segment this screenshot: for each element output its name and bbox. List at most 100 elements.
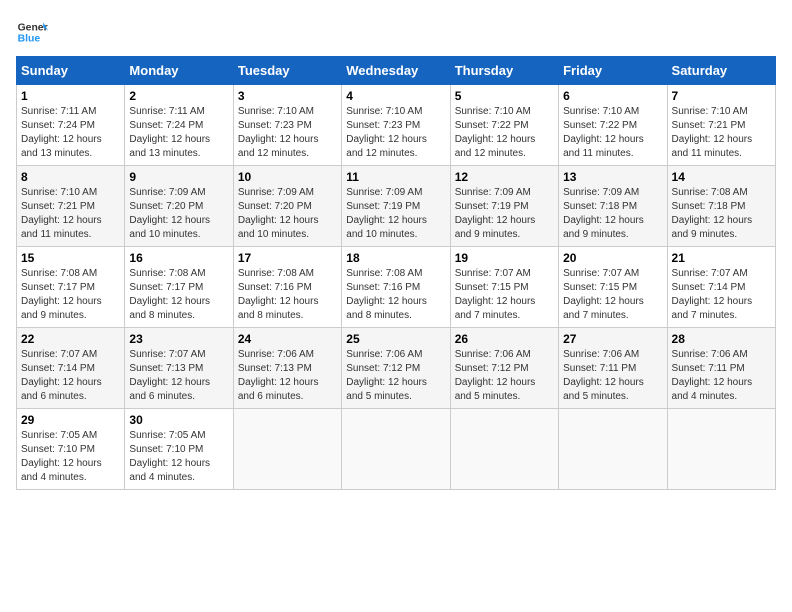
calendar-week-2: 8 Sunrise: 7:10 AM Sunset: 7:21 PM Dayli… xyxy=(17,166,776,247)
day-info: Sunrise: 7:06 AM Sunset: 7:11 PM Dayligh… xyxy=(672,348,771,404)
day-number: 29 xyxy=(21,413,120,427)
calendar-cell: 28 Sunrise: 7:06 AM Sunset: 7:11 PM Dayl… xyxy=(667,328,775,409)
day-number: 12 xyxy=(455,170,554,184)
sunset-label: Sunset: 7:16 PM xyxy=(346,282,420,293)
daylight-label: Daylight: 12 hours and 12 minutes. xyxy=(238,134,319,159)
logo: General Blue xyxy=(16,16,48,48)
day-number: 2 xyxy=(129,89,228,103)
sunset-label: Sunset: 7:13 PM xyxy=(129,363,203,374)
weekday-header-saturday: Saturday xyxy=(667,57,775,85)
daylight-label: Daylight: 12 hours and 6 minutes. xyxy=(238,377,319,402)
sunset-label: Sunset: 7:14 PM xyxy=(672,282,746,293)
day-number: 11 xyxy=(346,170,445,184)
sunrise-label: Sunrise: 7:09 AM xyxy=(563,187,639,198)
day-number: 4 xyxy=(346,89,445,103)
day-info: Sunrise: 7:05 AM Sunset: 7:10 PM Dayligh… xyxy=(21,429,120,485)
calendar-cell: 24 Sunrise: 7:06 AM Sunset: 7:13 PM Dayl… xyxy=(233,328,341,409)
day-info: Sunrise: 7:08 AM Sunset: 7:16 PM Dayligh… xyxy=(346,267,445,323)
calendar-cell: 5 Sunrise: 7:10 AM Sunset: 7:22 PM Dayli… xyxy=(450,85,558,166)
daylight-label: Daylight: 12 hours and 7 minutes. xyxy=(563,296,644,321)
day-info: Sunrise: 7:09 AM Sunset: 7:18 PM Dayligh… xyxy=(563,186,662,242)
sunset-label: Sunset: 7:22 PM xyxy=(563,120,637,131)
day-number: 5 xyxy=(455,89,554,103)
daylight-label: Daylight: 12 hours and 13 minutes. xyxy=(129,134,210,159)
sunrise-label: Sunrise: 7:10 AM xyxy=(238,106,314,117)
calendar-cell: 12 Sunrise: 7:09 AM Sunset: 7:19 PM Dayl… xyxy=(450,166,558,247)
daylight-label: Daylight: 12 hours and 12 minutes. xyxy=(346,134,427,159)
weekday-header-thursday: Thursday xyxy=(450,57,558,85)
sunrise-label: Sunrise: 7:10 AM xyxy=(563,106,639,117)
calendar-cell: 2 Sunrise: 7:11 AM Sunset: 7:24 PM Dayli… xyxy=(125,85,233,166)
sunrise-label: Sunrise: 7:11 AM xyxy=(21,106,96,117)
calendar-cell: 17 Sunrise: 7:08 AM Sunset: 7:16 PM Dayl… xyxy=(233,247,341,328)
calendar-cell: 8 Sunrise: 7:10 AM Sunset: 7:21 PM Dayli… xyxy=(17,166,125,247)
sunrise-label: Sunrise: 7:06 AM xyxy=(563,349,639,360)
daylight-label: Daylight: 12 hours and 11 minutes. xyxy=(21,215,102,240)
day-info: Sunrise: 7:10 AM Sunset: 7:22 PM Dayligh… xyxy=(455,105,554,161)
sunset-label: Sunset: 7:24 PM xyxy=(21,120,95,131)
day-info: Sunrise: 7:10 AM Sunset: 7:21 PM Dayligh… xyxy=(672,105,771,161)
day-info: Sunrise: 7:07 AM Sunset: 7:15 PM Dayligh… xyxy=(563,267,662,323)
day-number: 30 xyxy=(129,413,228,427)
daylight-label: Daylight: 12 hours and 7 minutes. xyxy=(455,296,536,321)
day-number: 8 xyxy=(21,170,120,184)
weekday-header-friday: Friday xyxy=(559,57,667,85)
day-number: 7 xyxy=(672,89,771,103)
sunrise-label: Sunrise: 7:10 AM xyxy=(672,106,748,117)
sunrise-label: Sunrise: 7:09 AM xyxy=(129,187,205,198)
calendar-cell: 14 Sunrise: 7:08 AM Sunset: 7:18 PM Dayl… xyxy=(667,166,775,247)
daylight-label: Daylight: 12 hours and 13 minutes. xyxy=(21,134,102,159)
daylight-label: Daylight: 12 hours and 12 minutes. xyxy=(455,134,536,159)
svg-text:Blue: Blue xyxy=(18,34,41,45)
day-number: 15 xyxy=(21,251,120,265)
day-number: 25 xyxy=(346,332,445,346)
sunrise-label: Sunrise: 7:08 AM xyxy=(238,268,314,279)
day-info: Sunrise: 7:08 AM Sunset: 7:16 PM Dayligh… xyxy=(238,267,337,323)
daylight-label: Daylight: 12 hours and 9 minutes. xyxy=(21,296,102,321)
sunset-label: Sunset: 7:19 PM xyxy=(455,201,529,212)
sunrise-label: Sunrise: 7:09 AM xyxy=(346,187,422,198)
sunset-label: Sunset: 7:12 PM xyxy=(455,363,529,374)
day-info: Sunrise: 7:06 AM Sunset: 7:12 PM Dayligh… xyxy=(455,348,554,404)
sunset-label: Sunset: 7:20 PM xyxy=(238,201,312,212)
sunrise-label: Sunrise: 7:07 AM xyxy=(129,349,205,360)
sunset-label: Sunset: 7:14 PM xyxy=(21,363,95,374)
day-info: Sunrise: 7:07 AM Sunset: 7:14 PM Dayligh… xyxy=(672,267,771,323)
day-info: Sunrise: 7:10 AM Sunset: 7:21 PM Dayligh… xyxy=(21,186,120,242)
sunrise-label: Sunrise: 7:05 AM xyxy=(129,430,205,441)
day-number: 16 xyxy=(129,251,228,265)
day-info: Sunrise: 7:06 AM Sunset: 7:12 PM Dayligh… xyxy=(346,348,445,404)
daylight-label: Daylight: 12 hours and 8 minutes. xyxy=(129,296,210,321)
day-info: Sunrise: 7:05 AM Sunset: 7:10 PM Dayligh… xyxy=(129,429,228,485)
sunrise-label: Sunrise: 7:07 AM xyxy=(455,268,531,279)
calendar-cell: 6 Sunrise: 7:10 AM Sunset: 7:22 PM Dayli… xyxy=(559,85,667,166)
sunrise-label: Sunrise: 7:08 AM xyxy=(129,268,205,279)
sunset-label: Sunset: 7:11 PM xyxy=(672,363,745,374)
day-info: Sunrise: 7:08 AM Sunset: 7:17 PM Dayligh… xyxy=(129,267,228,323)
day-info: Sunrise: 7:10 AM Sunset: 7:23 PM Dayligh… xyxy=(346,105,445,161)
day-number: 27 xyxy=(563,332,662,346)
sunset-label: Sunset: 7:15 PM xyxy=(455,282,529,293)
daylight-label: Daylight: 12 hours and 8 minutes. xyxy=(346,296,427,321)
weekday-header-wednesday: Wednesday xyxy=(342,57,450,85)
day-info: Sunrise: 7:07 AM Sunset: 7:13 PM Dayligh… xyxy=(129,348,228,404)
day-number: 24 xyxy=(238,332,337,346)
day-number: 26 xyxy=(455,332,554,346)
calendar-cell: 1 Sunrise: 7:11 AM Sunset: 7:24 PM Dayli… xyxy=(17,85,125,166)
calendar-week-5: 29 Sunrise: 7:05 AM Sunset: 7:10 PM Dayl… xyxy=(17,409,776,490)
weekday-header-monday: Monday xyxy=(125,57,233,85)
day-number: 14 xyxy=(672,170,771,184)
calendar-cell xyxy=(233,409,341,490)
calendar-cell: 27 Sunrise: 7:06 AM Sunset: 7:11 PM Dayl… xyxy=(559,328,667,409)
day-info: Sunrise: 7:09 AM Sunset: 7:20 PM Dayligh… xyxy=(238,186,337,242)
sunset-label: Sunset: 7:16 PM xyxy=(238,282,312,293)
sunrise-label: Sunrise: 7:10 AM xyxy=(346,106,422,117)
sunset-label: Sunset: 7:17 PM xyxy=(21,282,95,293)
sunrise-label: Sunrise: 7:06 AM xyxy=(672,349,748,360)
sunrise-label: Sunrise: 7:07 AM xyxy=(672,268,748,279)
sunset-label: Sunset: 7:17 PM xyxy=(129,282,203,293)
day-info: Sunrise: 7:09 AM Sunset: 7:19 PM Dayligh… xyxy=(455,186,554,242)
calendar-cell xyxy=(559,409,667,490)
day-number: 1 xyxy=(21,89,120,103)
day-info: Sunrise: 7:09 AM Sunset: 7:19 PM Dayligh… xyxy=(346,186,445,242)
